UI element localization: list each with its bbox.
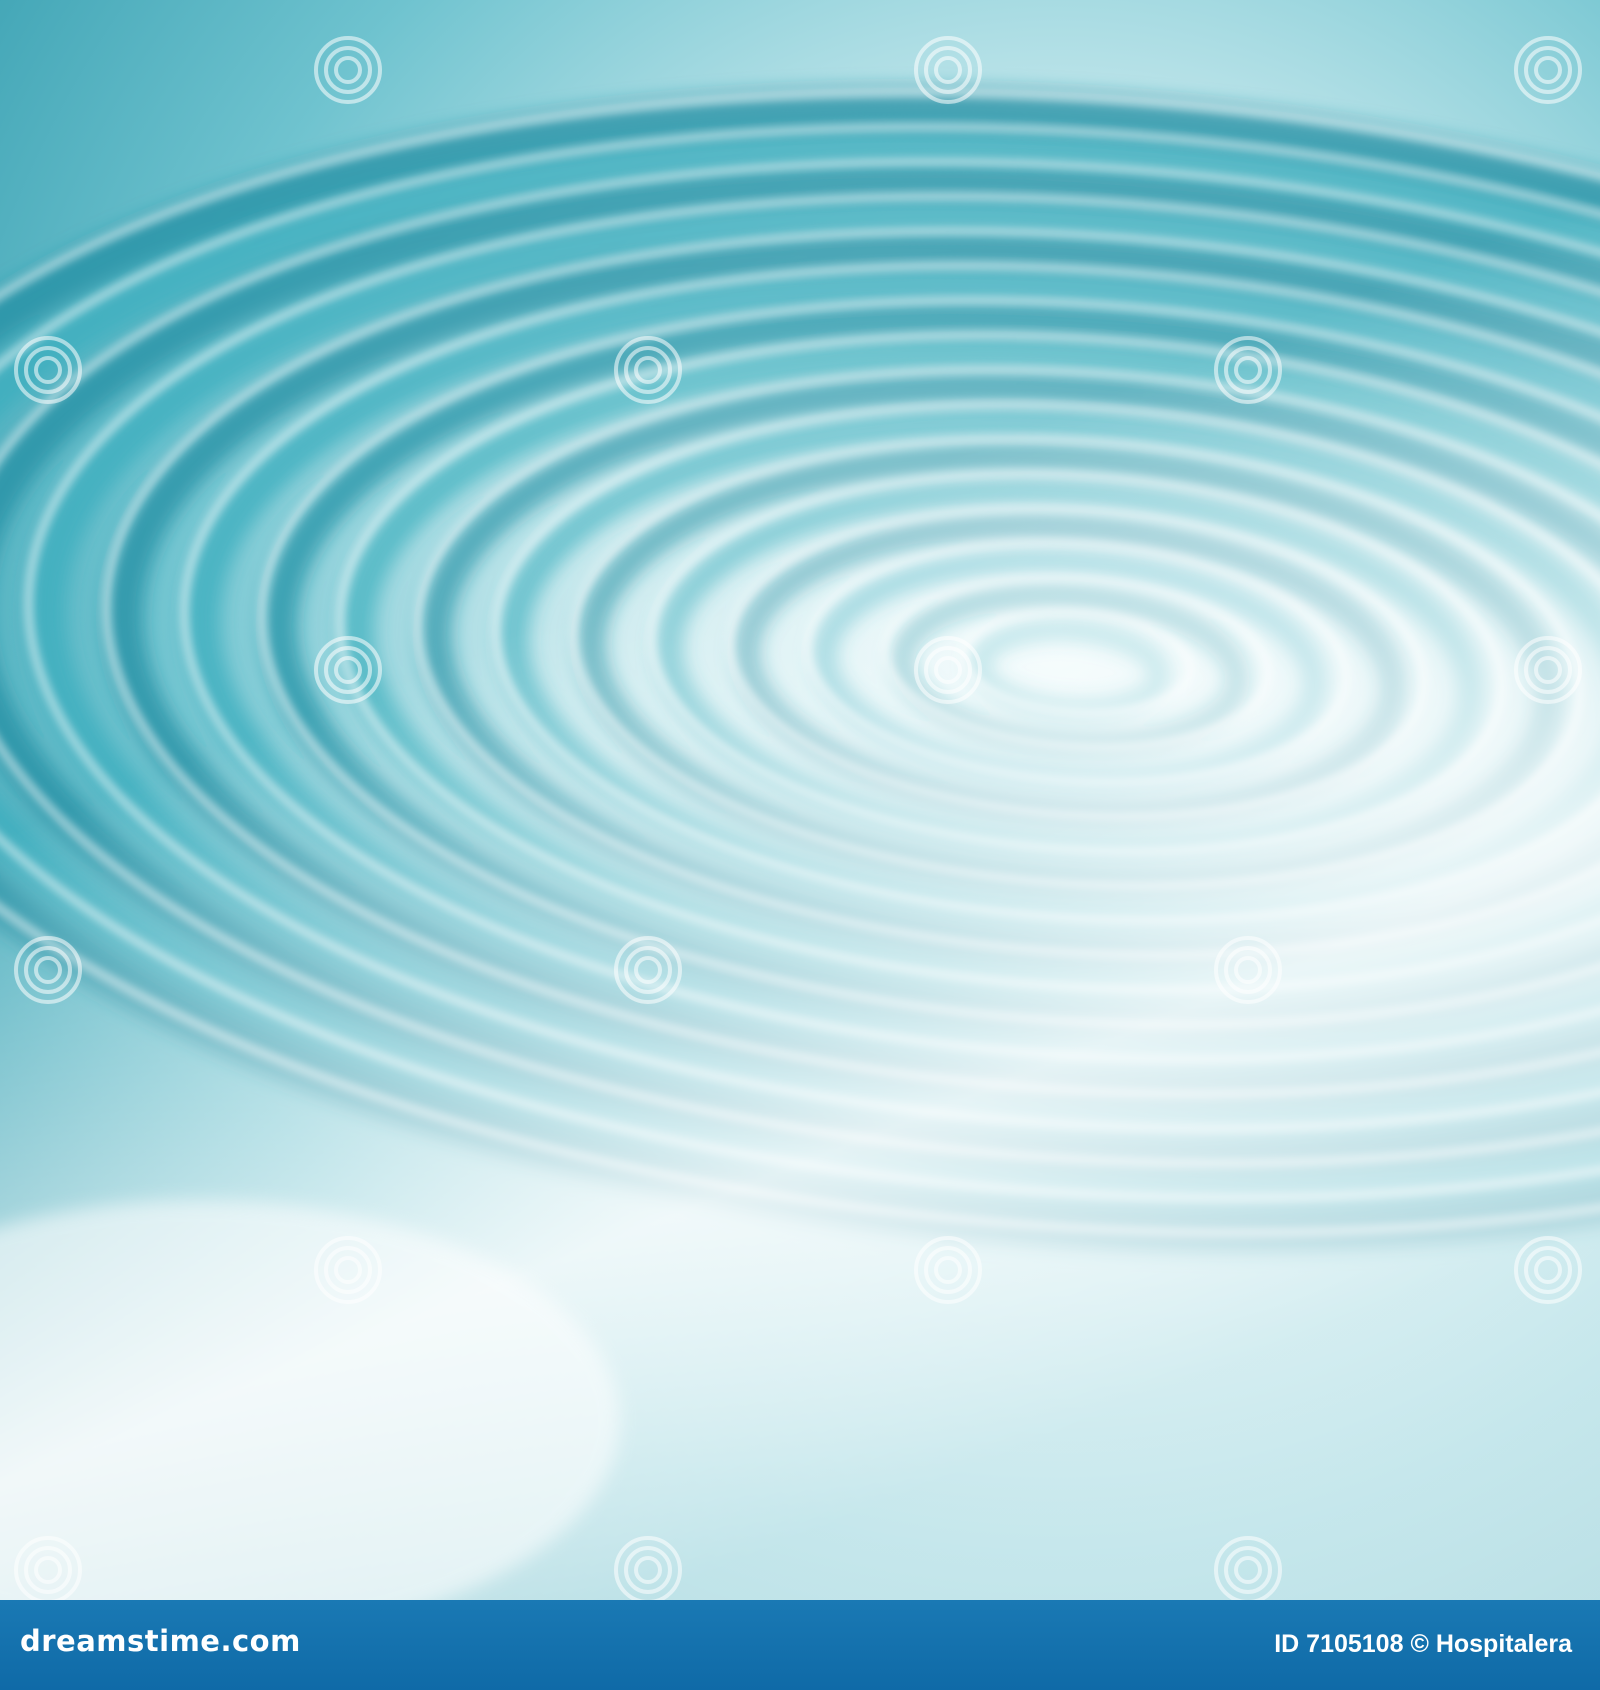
- water-ripple-photo: [0, 0, 1600, 1600]
- image-credit: ID 7105108 © Hospitalera: [1274, 1630, 1572, 1659]
- brand-logo-text: dreamstime.com: [20, 1624, 301, 1658]
- image-id-label: ID 7105108: [1274, 1630, 1404, 1658]
- author-name: Hospitalera: [1435, 1630, 1572, 1658]
- copyright-symbol: ©: [1410, 1630, 1429, 1658]
- footer-bar: dreamstime.com ID 7105108 © Hospitalera: [0, 1600, 1600, 1690]
